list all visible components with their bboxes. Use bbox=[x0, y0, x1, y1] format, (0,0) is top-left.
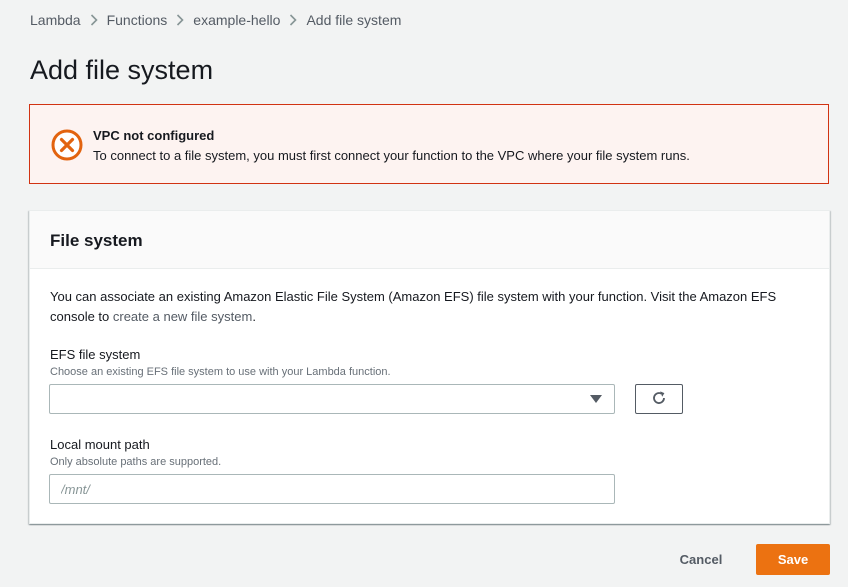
mount-path-hint: Only absolute paths are supported. bbox=[50, 456, 222, 468]
breadcrumb-functions[interactable]: Functions bbox=[107, 11, 168, 29]
panel-header: File system bbox=[30, 211, 829, 269]
panel-description: You can associate an existing Amazon Ela… bbox=[50, 287, 820, 327]
mount-path-label: Local mount path bbox=[50, 437, 150, 452]
save-button[interactable]: Save bbox=[756, 544, 830, 575]
panel-title: File system bbox=[50, 231, 143, 250]
error-circle-x-icon bbox=[51, 129, 83, 161]
chevron-right-icon bbox=[81, 14, 107, 26]
description-suffix: . bbox=[252, 309, 256, 324]
cancel-button[interactable]: Cancel bbox=[664, 545, 738, 575]
efs-file-system-select[interactable] bbox=[49, 384, 615, 414]
alert-title: VPC not configured bbox=[93, 128, 215, 143]
refresh-button[interactable] bbox=[635, 384, 683, 414]
file-system-panel: File system You can associate an existin… bbox=[29, 210, 830, 524]
page-title: Add file system bbox=[30, 55, 214, 85]
refresh-icon bbox=[651, 390, 667, 409]
alert-message: To connect to a file system, you must fi… bbox=[93, 148, 690, 163]
breadcrumb-lambda[interactable]: Lambda bbox=[30, 11, 81, 29]
breadcrumb: Lambda Functions example-hello Add file … bbox=[30, 11, 401, 29]
mount-path-input[interactable] bbox=[49, 474, 615, 504]
caret-down-icon bbox=[590, 395, 602, 403]
breadcrumb-example-hello[interactable]: example-hello bbox=[193, 11, 280, 29]
chevron-right-icon bbox=[280, 14, 306, 26]
chevron-right-icon bbox=[167, 14, 193, 26]
efs-field-hint: Choose an existing EFS file system to us… bbox=[50, 366, 391, 378]
efs-field-label: EFS file system bbox=[50, 347, 141, 362]
breadcrumb-current: Add file system bbox=[306, 12, 402, 28]
error-alert: VPC not configured To connect to a file … bbox=[29, 104, 829, 184]
create-file-system-link[interactable]: create a new file system bbox=[113, 309, 252, 324]
